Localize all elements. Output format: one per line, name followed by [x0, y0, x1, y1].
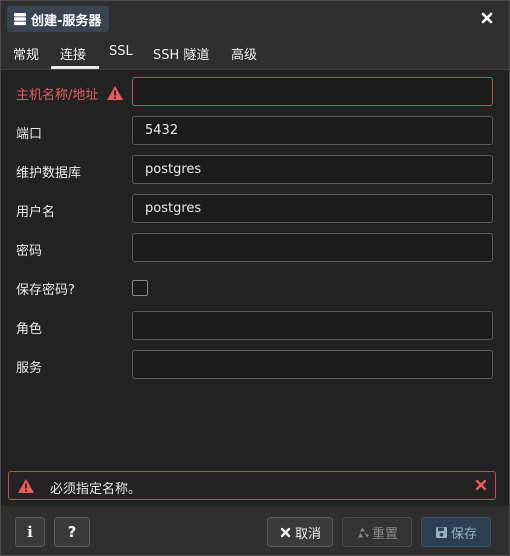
- tab-connection[interactable]: 连接: [60, 44, 86, 63]
- reset-button-label: 重置: [371, 526, 398, 542]
- username-input[interactable]: postgres: [132, 194, 493, 223]
- dialog-title: 创建-服务器: [31, 13, 102, 29]
- save-button[interactable]: 保存: [421, 517, 491, 547]
- recycle-icon: [357, 527, 369, 537]
- active-tab-indicator: [51, 66, 99, 69]
- error-banner: 必须指定名称。: [8, 471, 496, 500]
- password-input[interactable]: [132, 233, 493, 262]
- cancel-button-label: 取消: [294, 526, 321, 542]
- host-label: 主机名称/地址: [16, 88, 99, 103]
- tab-advanced[interactable]: 高级: [231, 44, 257, 63]
- dialog-footer: i ? 取消 重置 保存: [1, 506, 509, 555]
- service-label: 服务: [16, 361, 43, 376]
- reset-button[interactable]: 重置: [342, 517, 412, 547]
- help-button[interactable]: ?: [54, 517, 90, 547]
- role-label: 角色: [16, 322, 43, 337]
- create-server-dialog: 创建-服务器 常规 连接 SSL SSH 隧道 高级 主机名称/地址 端口 54…: [0, 0, 510, 556]
- role-input[interactable]: [132, 311, 493, 340]
- username-label: 用户名: [16, 205, 56, 220]
- floppy-icon: [435, 526, 447, 538]
- dialog-header: 创建-服务器: [1, 1, 509, 37]
- cancel-button[interactable]: 取消: [267, 517, 333, 547]
- maintenance-db-label: 维护数据库: [16, 166, 82, 181]
- server-icon: [14, 13, 26, 26]
- tab-ssh-tunnel[interactable]: SSH 隧道: [153, 44, 209, 63]
- save-password-label: 保存密码?: [16, 283, 75, 298]
- dialog-title-chip: 创建-服务器: [7, 6, 110, 32]
- dismiss-error-icon[interactable]: [475, 479, 487, 491]
- host-input[interactable]: [132, 77, 493, 106]
- password-label: 密码: [16, 244, 43, 259]
- port-input[interactable]: 5432: [132, 116, 493, 145]
- maintenance-db-input[interactable]: postgres: [132, 155, 493, 184]
- close-icon: [280, 527, 291, 537]
- tab-ssl[interactable]: SSL: [109, 44, 133, 59]
- error-message: 必须指定名称。: [50, 482, 142, 497]
- save-button-label: 保存: [450, 526, 477, 542]
- info-icon: i: [27, 523, 33, 541]
- close-icon[interactable]: [479, 10, 495, 26]
- save-password-checkbox[interactable]: [132, 280, 148, 296]
- service-input[interactable]: [132, 350, 493, 379]
- info-button[interactable]: i: [15, 517, 45, 547]
- warning-icon: [18, 479, 34, 493]
- warning-icon: [107, 86, 123, 100]
- port-label: 端口: [16, 127, 43, 142]
- tab-general[interactable]: 常规: [13, 44, 39, 63]
- help-icon: ?: [67, 523, 77, 541]
